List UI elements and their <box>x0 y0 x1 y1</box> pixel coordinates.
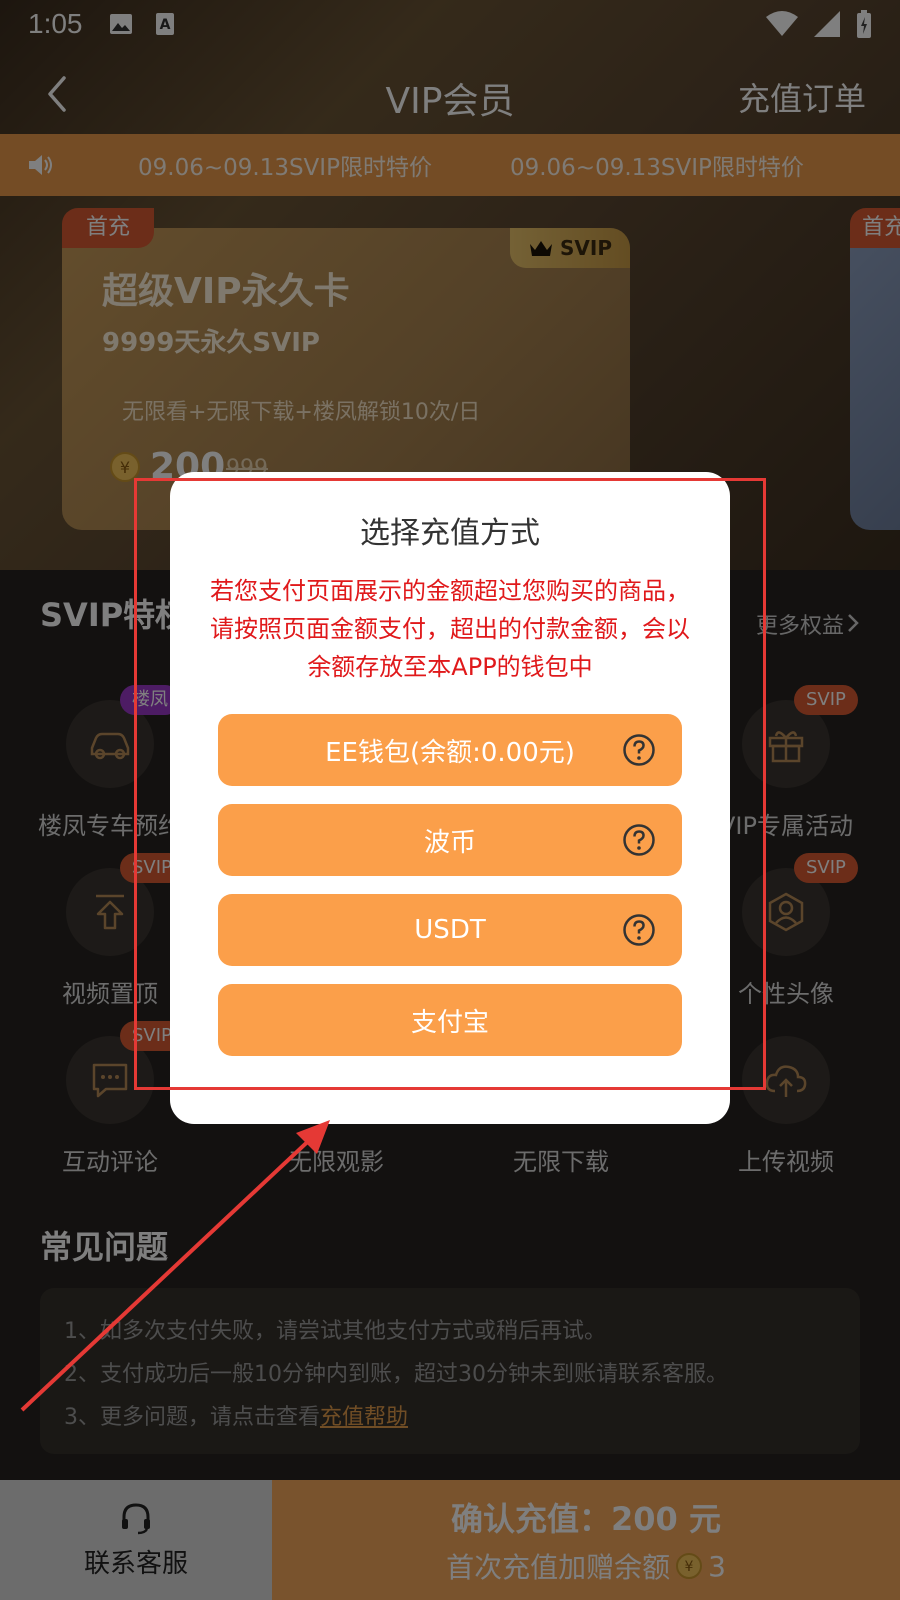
annotation-highlight-box <box>134 478 766 1090</box>
